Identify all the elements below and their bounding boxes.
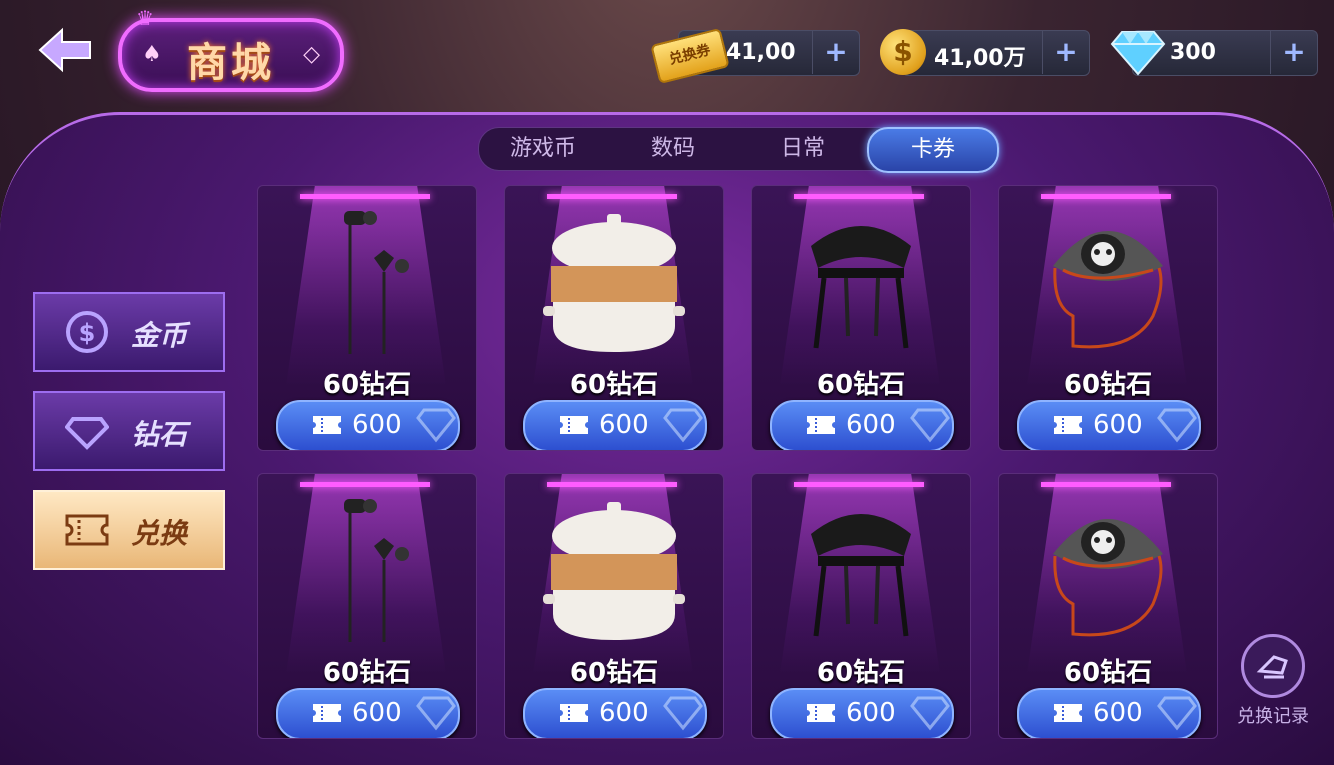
crown-icon: ♛ [136,6,154,30]
product-title: 60钻石 [1063,658,1153,688]
exchange-cost: 600 [1093,698,1143,728]
top-bar: ♛ ♠ 商城 ◇ 兑换券 41,00 + $ 41,00万 + 300 + [0,0,1334,110]
ticket-icon [65,514,109,546]
ticket-balance: 兑换券 41,00 + [650,27,860,85]
exchange-cost: 600 [846,698,896,728]
ticket-icon [807,704,835,722]
diamond-balance: 300 + [1110,30,1318,76]
product-card: 60钻石 600 [998,473,1218,739]
diamond-icon [663,408,703,443]
tab-daily[interactable]: 日常 [739,128,867,170]
pet-bed-image [1053,231,1163,349]
category-tabs: 游戏币 数码 日常 卡券 [478,127,1000,173]
product-title: 60钻石 [322,658,412,688]
exchange-button[interactable]: 600 [523,688,707,738]
diamond-icon [416,696,456,731]
diamond-outline-icon: ◇ [303,42,320,67]
ticket-icon [560,416,588,434]
product-title: 60钻石 [322,370,412,400]
product-card: 60钻石 600 [751,473,971,739]
product-card: 60钻石 600 [751,185,971,451]
diamond-icon [663,696,703,731]
diamond-icon [1110,31,1166,76]
record-label: 兑换记录 [1237,706,1309,727]
exchange-cost: 600 [846,410,896,440]
product-card: 60钻石 600 [504,185,724,451]
sidebar-item-diamond[interactable]: 钻石 [33,391,225,471]
product-title: 60钻石 [816,370,906,400]
sidebar-item-gold[interactable]: $ 金币 [33,292,225,372]
exchange-cost: 600 [599,410,649,440]
diamond-icon [1157,696,1197,731]
add-coins-button[interactable]: + [1042,30,1089,74]
tab-vouchers[interactable]: 卡券 [867,127,999,173]
ticket-icon [1054,416,1082,434]
add-diamonds-button[interactable]: + [1270,30,1317,74]
product-title: 60钻石 [569,370,659,400]
coin-balance: $ 41,00万 + [880,29,1090,76]
diamond-icon [1157,408,1197,443]
pet-bed-image [1053,519,1163,637]
diamond-value: 300 [1170,40,1216,65]
product-card: 60钻石 600 [257,185,477,451]
product-title: 60钻石 [569,658,659,688]
ticket-icon [313,704,341,722]
exchange-record-button[interactable]: 兑换记录 [1236,634,1310,727]
exchange-cost: 600 [599,698,649,728]
chair-image [811,226,911,349]
exchange-cost: 600 [1093,410,1143,440]
exchange-button[interactable]: 600 [276,400,460,450]
record-icon [1241,634,1305,698]
add-tickets-button[interactable]: + [812,30,859,74]
ticket-icon [807,416,835,434]
product-title: 60钻石 [816,658,906,688]
sidebar-item-label: 钻石 [131,418,188,451]
steamer-pot-image [543,502,685,640]
ticket-icon [560,704,588,722]
exchange-button[interactable]: 600 [276,688,460,738]
diamond-icon [910,696,950,731]
exchange-cost: 600 [352,410,402,440]
sidebar-item-exchange[interactable]: 兑换 [33,490,225,570]
tab-digital[interactable]: 数码 [609,128,737,170]
svg-text:$: $ [79,319,96,347]
product-card: 60钻石 600 [504,473,724,739]
sidebar-item-label: 金币 [131,319,188,352]
sidebar-item-label: 兑换 [131,517,188,550]
diamond-icon [416,408,456,443]
earphones-image [344,211,409,354]
coin-value: 41,00万 [934,46,1026,71]
exchange-button[interactable]: 600 [770,688,954,738]
exchange-button[interactable]: 600 [523,400,707,450]
diamond-icon [910,408,950,443]
product-card: 60钻石 600 [998,185,1218,451]
steamer-pot-image [543,214,685,352]
ticket-value: 41,00 [726,40,796,65]
exchange-cost: 600 [352,698,402,728]
exchange-button[interactable]: 600 [1017,400,1201,450]
ticket-icon [313,416,341,434]
ticket-icon [1054,704,1082,722]
back-arrow-icon[interactable] [36,26,94,74]
earphones-image [344,499,409,642]
product-card: 60钻石 600 [257,473,477,739]
store-logo: ♛ ♠ 商城 ◇ [118,6,344,92]
chair-image [811,514,911,637]
product-title: 60钻石 [1063,370,1153,400]
exchange-button[interactable]: 600 [770,400,954,450]
diamond-icon [65,417,109,450]
coin-icon: $ [66,311,108,353]
gold-coin-icon: $ [880,29,926,75]
tab-game-coins[interactable]: 游戏币 [479,128,607,170]
exchange-button[interactable]: 600 [1017,688,1201,738]
